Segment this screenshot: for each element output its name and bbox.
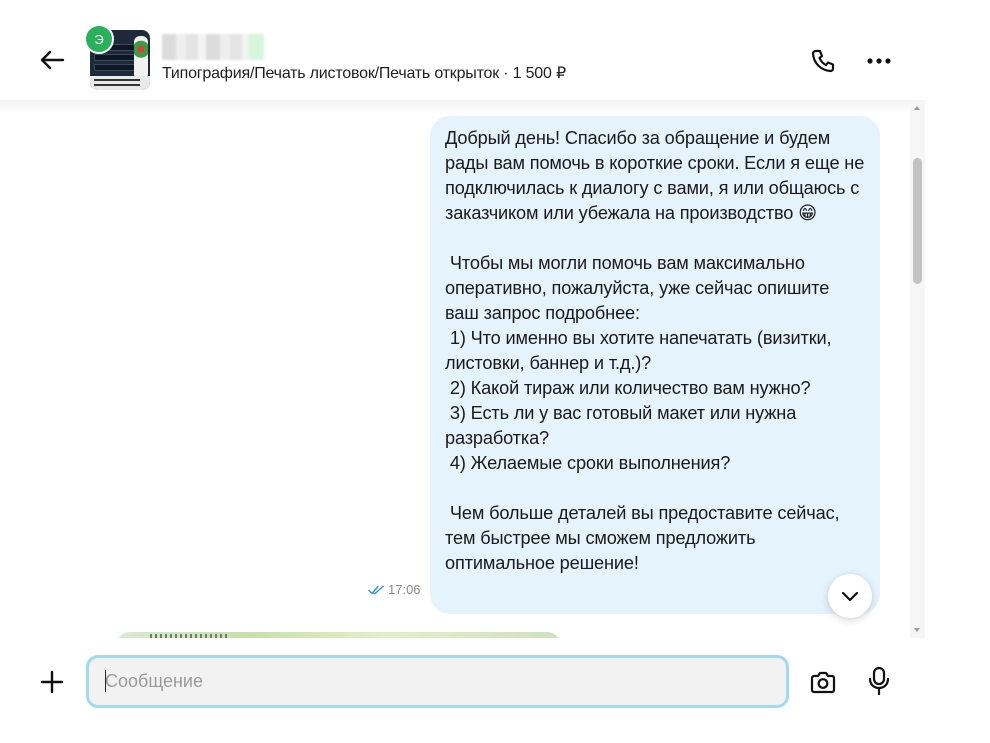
message-composer	[0, 638, 990, 743]
text-caret	[105, 670, 106, 692]
chat-scrollbar[interactable]	[910, 100, 925, 638]
back-button[interactable]	[36, 44, 68, 76]
chevron-down-icon	[841, 591, 859, 602]
phone-icon	[811, 49, 835, 73]
chat-header: Э Типография/Печать листовок/Печать откр…	[0, 0, 925, 100]
scroll-up-arrow-icon[interactable]	[914, 106, 920, 110]
scroll-to-bottom-button[interactable]	[828, 574, 872, 618]
more-options-button[interactable]	[862, 44, 896, 78]
message-time: 17:06	[388, 582, 421, 597]
message-list[interactable]: 17:06 Добрый день! Спасибо за обращение …	[0, 100, 925, 638]
message-input[interactable]	[86, 655, 789, 708]
message-bubble-outgoing[interactable]: Добрый день! Спасибо за обращение и буде…	[430, 116, 880, 614]
scrollbar-thumb[interactable]	[913, 158, 922, 284]
header-shadow	[0, 100, 925, 114]
plus-icon	[40, 670, 64, 694]
attach-button[interactable]	[36, 666, 68, 698]
double-check-icon	[368, 585, 384, 594]
voice-message-button[interactable]	[862, 664, 896, 698]
scroll-down-arrow-icon[interactable]	[914, 628, 920, 632]
avatar[interactable]: Э	[84, 24, 114, 54]
camera-icon	[810, 671, 836, 694]
call-button[interactable]	[806, 44, 840, 78]
listing-title[interactable]: Типография/Печать листовок/Печать открыт…	[162, 63, 566, 83]
contact-name-redacted[interactable]	[162, 34, 264, 60]
avatar-letter: Э	[94, 31, 104, 47]
message-meta: 17:06	[368, 582, 421, 597]
microphone-icon	[868, 666, 890, 696]
camera-button[interactable]	[806, 666, 840, 700]
more-dots-icon	[867, 58, 891, 64]
arrow-left-icon	[40, 50, 65, 70]
